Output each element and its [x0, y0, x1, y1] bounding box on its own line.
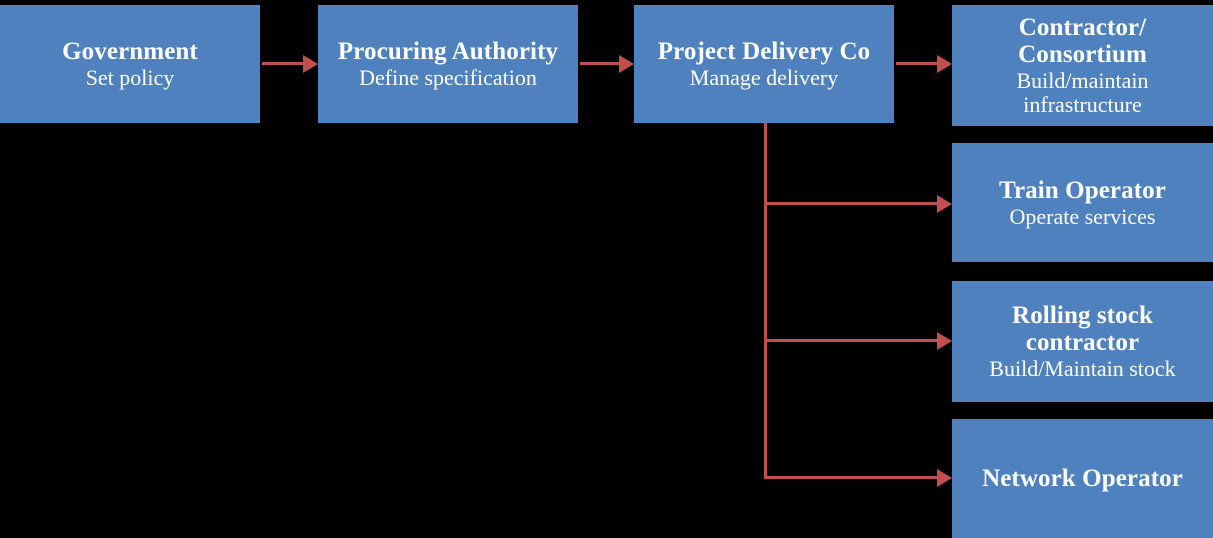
node-government-subtitle: Set policy: [85, 65, 175, 91]
arrowhead-icon-project-delivery-co-to-contractor-consortium: [937, 54, 952, 73]
arrowhead-icon-procuring-authority-to-project-delivery-co: [619, 54, 634, 73]
node-project-delivery-co-subtitle: Manage delivery: [689, 65, 839, 91]
node-train-operator-title: Train Operator: [999, 176, 1166, 204]
connector-government-to-procuring-authority: [262, 62, 304, 65]
node-procuring-authority-subtitle: Define specification: [359, 65, 537, 91]
node-contractor-consortium-title: Contractor/ Consortium: [1018, 14, 1147, 69]
connector-project-delivery-co-to-rolling-stock-contractor: [764, 339, 939, 342]
arrowhead-icon-project-delivery-co-to-network-operator: [937, 468, 952, 487]
node-project-delivery-co[interactable]: Project Delivery Co Manage delivery: [634, 5, 894, 123]
node-procuring-authority[interactable]: Procuring Authority Define specification: [318, 5, 578, 123]
node-procuring-authority-title: Procuring Authority: [337, 38, 559, 66]
diagram-canvas: Government Set policy Procuring Authorit…: [0, 0, 1213, 538]
node-government[interactable]: Government Set policy: [0, 5, 260, 123]
node-network-operator-title: Network Operator: [982, 465, 1183, 492]
node-project-delivery-co-title: Project Delivery Co: [657, 38, 871, 66]
arrowhead-icon-project-delivery-co-to-rolling-stock-contractor: [937, 331, 952, 350]
node-rolling-stock-contractor[interactable]: Rolling stock contractor Build/Maintain …: [952, 281, 1213, 402]
node-network-operator[interactable]: Network Operator: [952, 419, 1213, 538]
node-rolling-stock-contractor-subtitle: Build/Maintain stock: [989, 356, 1176, 382]
node-contractor-consortium-subtitle: Build/maintain infrastructure: [1016, 68, 1149, 117]
node-government-title: Government: [62, 38, 198, 66]
connector-project-delivery-co-to-contractor-consortium: [896, 62, 938, 65]
node-train-operator-subtitle: Operate services: [1009, 203, 1156, 229]
node-rolling-stock-contractor-title: Rolling stock contractor: [1012, 302, 1153, 357]
connector-trunk-project-delivery-co: [764, 123, 767, 479]
node-train-operator[interactable]: Train Operator Operate services: [952, 143, 1213, 262]
connector-procuring-authority-to-project-delivery-co: [580, 62, 620, 65]
arrowhead-icon-project-delivery-co-to-train-operator: [937, 194, 952, 213]
connector-project-delivery-co-to-train-operator: [764, 202, 939, 205]
arrowhead-icon-government-to-procuring-authority: [303, 54, 318, 73]
node-contractor-consortium[interactable]: Contractor/ Consortium Build/maintain in…: [952, 5, 1213, 126]
connector-project-delivery-co-to-network-operator: [764, 476, 939, 479]
